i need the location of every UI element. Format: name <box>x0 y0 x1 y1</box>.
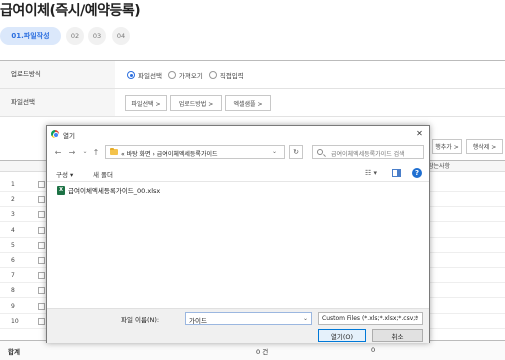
up-arrow-icon[interactable]: ↑ <box>91 148 101 157</box>
total-label: 합계 <box>8 348 20 356</box>
filename-input[interactable]: 가이드 ⌄ <box>185 312 312 325</box>
folder-icon <box>110 147 118 155</box>
upload-method-row: 업로드방식 파일선택 가져오기 직접입력 <box>0 61 505 89</box>
upload-form: 업로드방식 파일선택 가져오기 직접입력 파일선택 파일선택 > 업로드방법 >… <box>0 60 505 117</box>
row-checkbox[interactable] <box>38 257 45 264</box>
radio-direct-input-label: 직접입력 <box>219 72 244 80</box>
add-row-button[interactable]: 행추가 > <box>432 139 462 154</box>
row-number: 9 <box>11 302 15 310</box>
recent-dropdown-icon[interactable]: ⌄ <box>80 148 90 155</box>
row-number: 8 <box>11 287 15 295</box>
dialog-title: 열기 <box>63 132 75 140</box>
row-checkbox[interactable] <box>38 181 45 188</box>
total-count: 0 건 <box>256 348 269 356</box>
file-list <box>47 181 429 307</box>
file-type-select[interactable]: Custom Files (*.xls;*.xlsx;*.csv;* ⌄ <box>318 312 423 325</box>
row-checkbox[interactable] <box>38 196 45 204</box>
step-1-tab[interactable]: 01.파일작성 <box>0 27 61 45</box>
file-type-value: Custom Files (*.xls;*.xlsx;*.csv;* <box>322 315 419 322</box>
file-name: 급여이체엑세등록가이드_00.xlsx <box>68 187 161 195</box>
excel-sample-button[interactable]: 엑셀샘플 > <box>225 95 271 111</box>
dialog-titlebar[interactable]: 열기 ✕ <box>47 126 429 142</box>
close-icon[interactable]: ✕ <box>414 128 425 139</box>
radio-file-select-label: 파일선택 <box>138 72 162 80</box>
search-icon <box>317 149 323 155</box>
upload-method-radios: 파일선택 가져오기 직접입력 <box>127 70 250 80</box>
step-3-tab[interactable]: 03 <box>88 27 106 45</box>
chevron-down-icon[interactable]: ⌄ <box>272 148 277 155</box>
preview-pane-icon[interactable] <box>392 169 401 177</box>
step-4-tab[interactable]: 04 <box>112 27 130 45</box>
open-button[interactable]: 열기(O) <box>318 329 366 342</box>
row-checkbox[interactable] <box>38 272 45 280</box>
row-checkbox[interactable] <box>38 317 45 325</box>
filename-label: 파일 이름(N): <box>121 316 160 324</box>
upload-method-label: 업로드방식 <box>0 61 115 88</box>
back-arrow-icon[interactable]: ← <box>53 148 63 157</box>
row-number: 1 <box>11 181 15 188</box>
upload-method-button[interactable]: 업로드방법 > <box>170 95 222 111</box>
row-number: 6 <box>11 257 15 264</box>
help-icon[interactable]: ? <box>412 168 422 178</box>
radio-icon[interactable] <box>208 71 217 79</box>
organize-menu[interactable]: 구성 ▾ <box>56 169 73 179</box>
row-checkbox[interactable] <box>38 287 45 295</box>
filename-value: 가이드 <box>189 317 207 325</box>
address-path: « 바탕 화면 › 급여이체엑세등록가이드 <box>121 151 218 158</box>
search-input[interactable]: 급여이체엑세등록가이드 검색 <box>312 145 424 159</box>
file-select-row: 파일선택 파일선택 > 업로드방법 > 엑셀샘플 > <box>0 89 505 117</box>
row-number: 2 <box>11 196 15 204</box>
page-title: 급여이체(즉시/예약등록) <box>0 3 141 19</box>
row-number: 7 <box>11 272 15 280</box>
cancel-button[interactable]: 취소 <box>372 329 423 342</box>
row-checkbox[interactable] <box>38 226 45 234</box>
file-item[interactable]: X 급여이체엑세등록가이드_00.xlsx <box>57 185 160 195</box>
row-number: 10 <box>11 317 19 325</box>
open-file-dialog: 열기 ✕ ← → ⌄ ↑ « 바탕 화면 › 급여이체엑세등록가이드 ⌄ ↻ 급… <box>46 125 430 343</box>
radio-file-select[interactable]: 파일선택 <box>127 70 162 80</box>
new-folder-button[interactable]: 새 폴더 <box>93 169 113 179</box>
radio-selected-icon[interactable] <box>127 71 135 79</box>
total-bar <box>0 340 505 360</box>
radio-import-label: 가져오기 <box>178 72 203 80</box>
row-number: 4 <box>11 226 15 234</box>
grid-column-header: 참는사항 <box>428 163 451 170</box>
view-options-icon[interactable]: ☷ ▾ <box>365 169 377 177</box>
radio-icon[interactable] <box>167 71 176 79</box>
chevron-down-icon[interactable]: ⌄ <box>303 315 308 322</box>
address-bar[interactable]: « 바탕 화면 › 급여이체엑세등록가이드 ⌄ <box>105 145 285 159</box>
delete-row-button[interactable]: 행삭제 > <box>466 139 503 154</box>
radio-direct-input[interactable]: 직접입력 <box>208 70 244 80</box>
radio-import[interactable]: 가져오기 <box>167 70 203 80</box>
row-checkbox[interactable] <box>38 241 45 249</box>
row-checkbox[interactable] <box>38 211 45 219</box>
total-amount: 0 <box>371 346 376 354</box>
step-2-tab[interactable]: 02 <box>66 27 84 45</box>
file-select-label: 파일선택 <box>0 89 115 116</box>
row-checkbox[interactable] <box>38 302 45 310</box>
search-placeholder: 급여이체엑세등록가이드 검색 <box>331 151 405 158</box>
file-select-button[interactable]: 파일선택 > <box>125 95 167 111</box>
refresh-icon[interactable]: ↻ <box>289 145 303 159</box>
chevron-down-icon[interactable]: ⌄ <box>414 315 419 322</box>
row-number: 5 <box>11 241 15 249</box>
excel-file-icon: X <box>57 185 65 195</box>
forward-arrow-icon[interactable]: → <box>67 148 77 157</box>
row-number: 3 <box>11 211 15 219</box>
chrome-icon <box>51 130 59 138</box>
